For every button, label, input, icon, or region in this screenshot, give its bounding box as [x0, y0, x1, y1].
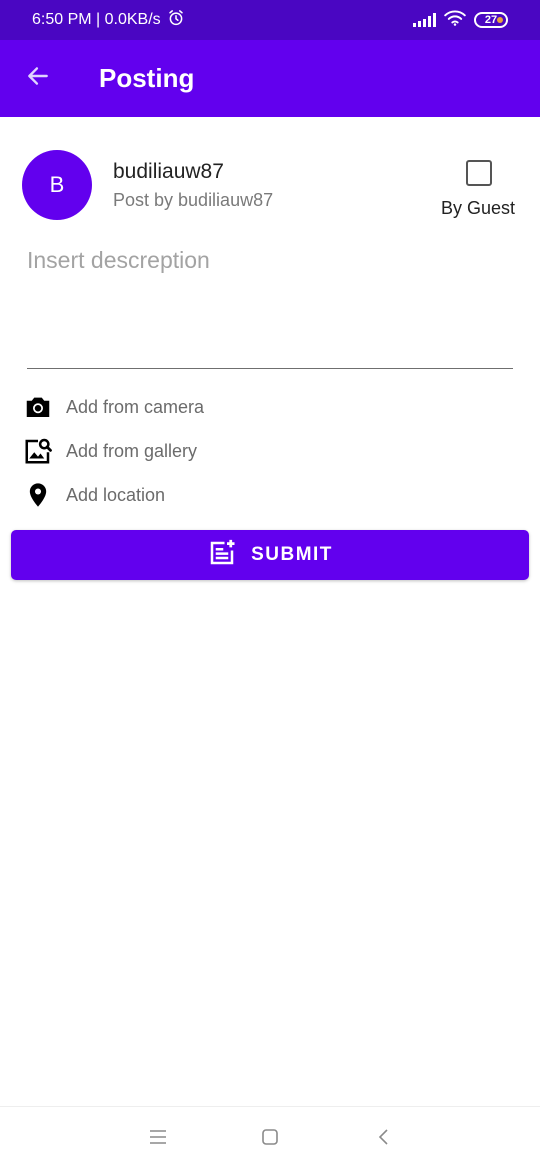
alarm-icon — [167, 9, 185, 32]
nav-back-button[interactable] — [364, 1119, 404, 1159]
status-left: 6:50 PM | 0.0KB/s — [32, 9, 185, 32]
back-button[interactable] — [0, 40, 76, 117]
avatar: B — [22, 150, 92, 220]
description-input[interactable] — [27, 245, 513, 369]
battery-icon: 27 — [474, 12, 508, 28]
battery-level: 27 — [484, 14, 498, 26]
back-icon — [377, 1128, 391, 1151]
image-search-icon — [22, 435, 54, 467]
username: budiliauw87 — [113, 160, 224, 183]
location-pin-icon — [22, 479, 54, 511]
camera-icon — [22, 391, 54, 423]
submit-label: SUBMIT — [251, 544, 333, 565]
wifi-icon — [444, 10, 466, 31]
app-bar: Posting — [0, 40, 540, 117]
home-icon — [261, 1128, 279, 1151]
add-from-camera-button[interactable]: Add from camera — [22, 389, 322, 425]
guest-checkbox-label[interactable]: By Guest — [441, 198, 515, 219]
guest-checkbox[interactable] — [466, 160, 492, 186]
post-by-label: Post by budiliauw87 — [113, 190, 274, 210]
status-time-speed: 6:50 PM | 0.0KB/s — [32, 11, 161, 28]
add-location-label: Add location — [66, 484, 166, 505]
add-from-gallery-label: Add from gallery — [66, 440, 198, 461]
status-bar: 6:50 PM | 0.0KB/s 27 — [0, 0, 540, 40]
avatar-letter: B — [49, 172, 65, 197]
system-nav-bar — [0, 1106, 540, 1170]
add-from-camera-label: Add from camera — [66, 396, 205, 417]
submit-button[interactable]: SUBMIT — [11, 530, 529, 580]
status-right: 27 — [413, 10, 508, 31]
signal-icon — [413, 13, 436, 27]
add-location-button[interactable]: Add location — [22, 477, 322, 513]
arrow-left-icon — [25, 63, 51, 94]
post-add-icon — [207, 538, 237, 573]
page-title: Posting — [99, 63, 195, 93]
menu-icon — [149, 1129, 167, 1150]
menu-button[interactable] — [138, 1119, 178, 1159]
home-button[interactable] — [250, 1119, 290, 1159]
add-from-gallery-button[interactable]: Add from gallery — [22, 433, 322, 469]
